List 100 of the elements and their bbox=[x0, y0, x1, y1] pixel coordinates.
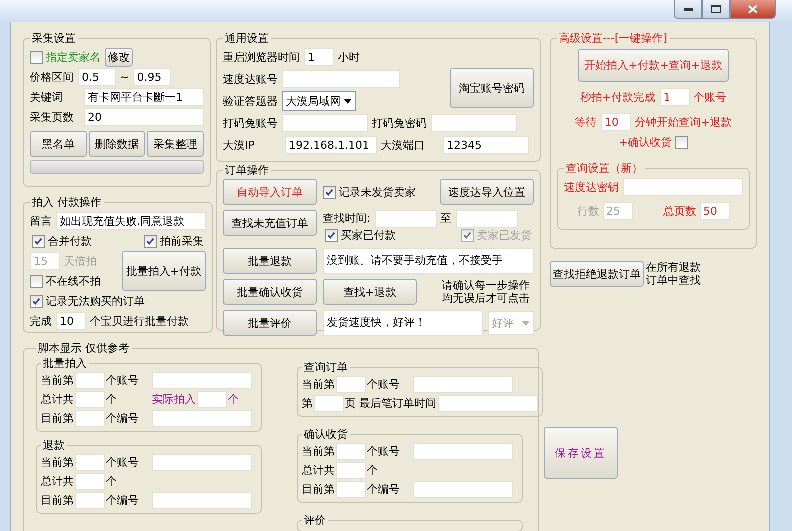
text-field[interactable] bbox=[431, 114, 517, 132]
text-field[interactable] bbox=[336, 481, 366, 498]
text-field[interactable]: 20 bbox=[84, 108, 204, 126]
confirm-receipt-button[interactable]: 批量确认收货 bbox=[223, 279, 317, 305]
label: 实际拍入 bbox=[152, 392, 196, 407]
label: 总页数 bbox=[664, 204, 696, 218]
label: 采集页数 bbox=[30, 110, 74, 124]
checkbox[interactable] bbox=[30, 50, 43, 64]
action-button[interactable]: 黑名单 bbox=[30, 131, 87, 157]
label: 分钟开始查询+退款 bbox=[634, 114, 732, 130]
minimize-button[interactable] bbox=[674, 0, 702, 19]
label: 总计共 bbox=[41, 392, 74, 407]
checkbox[interactable] bbox=[30, 294, 43, 308]
text-field[interactable] bbox=[152, 492, 252, 509]
text-field[interactable] bbox=[152, 454, 252, 471]
find-unpaid-button[interactable]: 查找未充值订单 bbox=[223, 210, 317, 236]
import-location-button[interactable]: 速度达导入位置 bbox=[440, 179, 534, 205]
maximize-button[interactable] bbox=[702, 0, 730, 19]
text-field[interactable] bbox=[282, 70, 400, 88]
text-field[interactable] bbox=[413, 376, 513, 393]
label: 小时 bbox=[338, 50, 360, 64]
checkbox-label: +确认收货 bbox=[618, 134, 672, 150]
text-field[interactable]: 如出现充值失败.同意退款 bbox=[56, 212, 206, 230]
text-field[interactable]: 有卡网平台卡斷一1 bbox=[84, 88, 204, 106]
text-field[interactable] bbox=[197, 391, 227, 408]
checkbox[interactable] bbox=[32, 234, 45, 248]
dropdown[interactable]: 大漠局域网 bbox=[282, 91, 356, 111]
text-field[interactable]: 0.5 bbox=[78, 68, 116, 86]
label: 总计共 bbox=[302, 463, 335, 478]
action-button[interactable]: 删除数据 bbox=[88, 131, 146, 157]
text-field[interactable] bbox=[336, 443, 366, 460]
text-field[interactable] bbox=[374, 210, 437, 228]
batch-review-button[interactable]: 批量评价 bbox=[223, 310, 317, 336]
checkbox[interactable] bbox=[325, 229, 338, 242]
start-all-button[interactable]: 开始拍入+付款+查询+退款 bbox=[578, 49, 730, 82]
text-field[interactable] bbox=[75, 391, 105, 408]
text-field[interactable]: 1 bbox=[304, 48, 334, 66]
text-field[interactable] bbox=[413, 481, 513, 498]
group-title: 高级设置---[一键操作] bbox=[558, 31, 668, 46]
group-title: 评价 bbox=[303, 513, 327, 528]
checkbox[interactable] bbox=[675, 136, 688, 148]
group-title: 采集设置 bbox=[31, 31, 77, 46]
find-rejected-refund-button[interactable]: 查找拒绝退款订单 bbox=[550, 261, 644, 287]
text-field[interactable] bbox=[336, 376, 366, 393]
label: 重启浏览器时间 bbox=[223, 50, 300, 64]
text-field[interactable] bbox=[75, 372, 105, 389]
text-field[interactable] bbox=[75, 410, 105, 427]
label: 目前第 bbox=[302, 482, 335, 497]
checkbox[interactable] bbox=[323, 186, 336, 198]
group-title: 退款 bbox=[42, 438, 66, 453]
batch-refund-button[interactable]: 批量退款 bbox=[223, 248, 317, 274]
close-button[interactable] bbox=[730, 0, 776, 19]
group-title: 订单操作 bbox=[224, 163, 270, 178]
text-field[interactable]: 10 bbox=[56, 312, 86, 330]
text-field[interactable] bbox=[314, 395, 344, 412]
action-button[interactable]: 采集整理 bbox=[147, 131, 204, 157]
text-field[interactable] bbox=[623, 178, 743, 196]
label: 行数 bbox=[578, 204, 600, 218]
label: 查找时间: bbox=[323, 211, 371, 226]
label: 大漠IP bbox=[223, 138, 255, 152]
text-field[interactable] bbox=[336, 462, 366, 479]
text-field[interactable]: 10 bbox=[600, 113, 631, 131]
group-title: 确认收货 bbox=[303, 427, 349, 442]
text-field[interactable] bbox=[152, 372, 252, 389]
text-field[interactable]: 12345 bbox=[443, 136, 529, 154]
text-field[interactable] bbox=[75, 473, 105, 490]
text-field[interactable] bbox=[438, 395, 538, 412]
text-field[interactable] bbox=[75, 492, 105, 509]
label: 个账号 bbox=[106, 455, 140, 470]
save-settings-button[interactable]: 保存设置 bbox=[544, 427, 618, 479]
text-field[interactable] bbox=[152, 410, 252, 427]
text-field[interactable]: 50 bbox=[700, 202, 730, 220]
caret-icon bbox=[522, 320, 530, 326]
message-field[interactable]: 发货速度快，好评！ bbox=[323, 310, 483, 336]
checkbox-label: 记录未发货卖家 bbox=[339, 184, 416, 200]
checkbox[interactable] bbox=[144, 234, 157, 248]
text-field[interactable]: 1 bbox=[660, 88, 690, 106]
label: 完成 bbox=[30, 314, 52, 328]
label: 总计共 bbox=[41, 474, 74, 489]
auto-import-button[interactable]: 自动导入订单 bbox=[223, 179, 317, 205]
text-field[interactable] bbox=[282, 114, 368, 132]
batch-buy-pay-button[interactable]: 批量拍入+付款 bbox=[122, 251, 206, 291]
note-text: 在所有退款订单中查找 bbox=[646, 261, 702, 287]
text-field[interactable] bbox=[456, 210, 518, 228]
label: 留言 bbox=[30, 214, 52, 228]
text-field[interactable] bbox=[75, 454, 105, 471]
label: 页 最后笔订单时间 bbox=[345, 396, 436, 411]
find-refund-button[interactable]: 查找+退款 bbox=[323, 279, 417, 305]
label: 目前第 bbox=[41, 493, 74, 508]
taobao-account-button[interactable]: 淘宝账号密码 bbox=[450, 68, 534, 108]
label: 当前第 bbox=[41, 373, 74, 388]
text-field[interactable]: 192.168.1.101 bbox=[285, 136, 377, 154]
close-icon bbox=[748, 4, 758, 14]
text-field[interactable] bbox=[413, 443, 513, 460]
text-field[interactable]: 0.95 bbox=[133, 68, 172, 86]
checkbox[interactable] bbox=[30, 274, 43, 288]
label: 个 bbox=[106, 392, 118, 407]
caret-icon bbox=[344, 98, 352, 104]
message-field[interactable]: 没到账。请不要手动充值，不接受手 bbox=[323, 248, 534, 274]
modify-button[interactable]: 修改 bbox=[105, 48, 133, 66]
